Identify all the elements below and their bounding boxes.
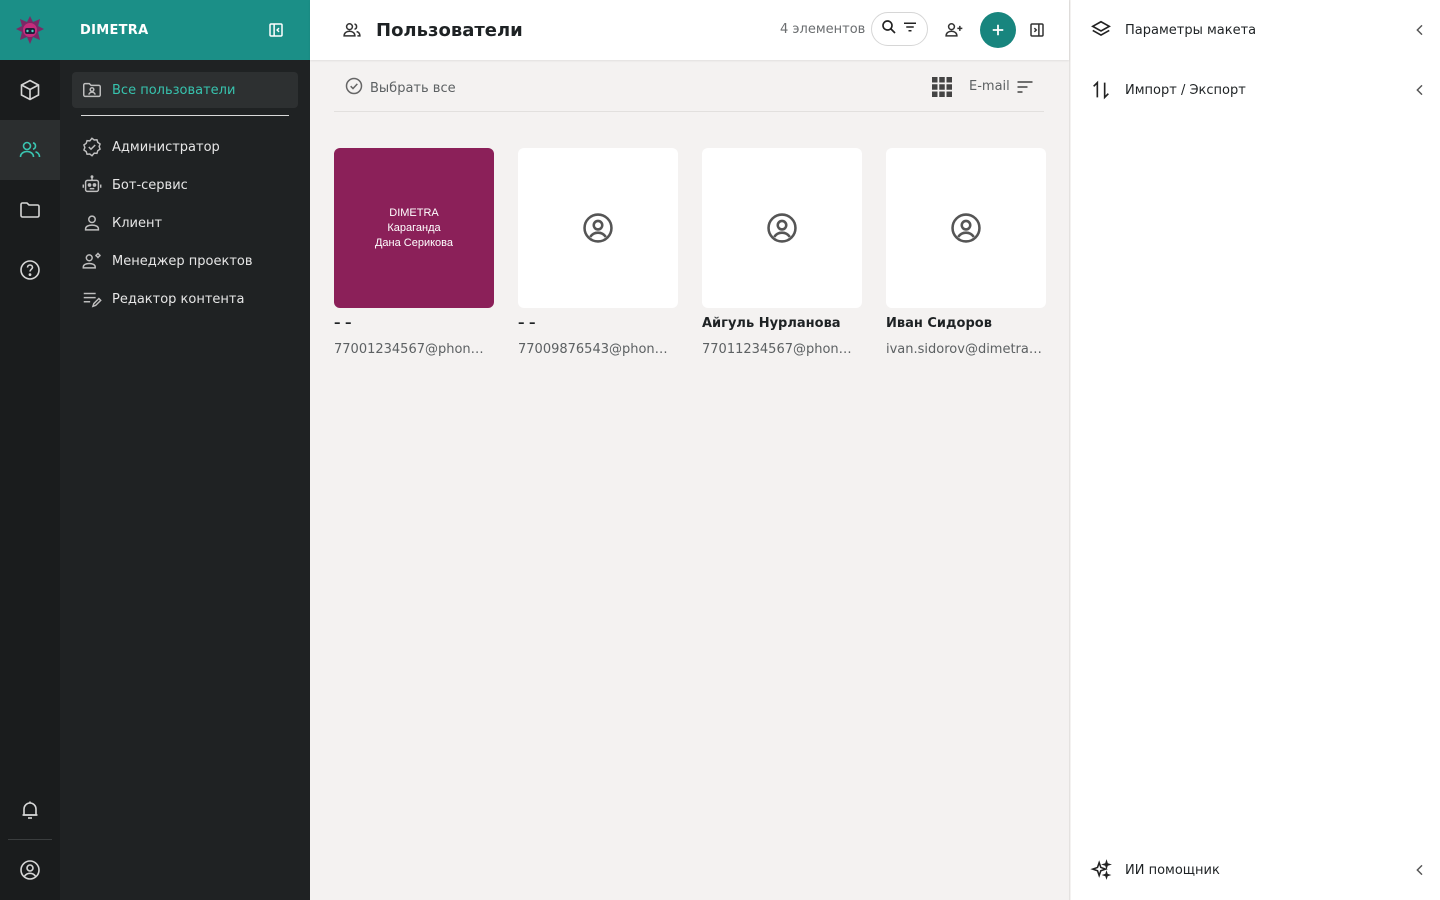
robot-icon <box>80 173 104 197</box>
ai-assistant-section[interactable]: ИИ помощник <box>1089 855 1434 885</box>
rail-products-button[interactable] <box>0 60 60 120</box>
nav-item-administrator[interactable]: Администратор <box>72 128 298 166</box>
grid-view-icon <box>932 77 952 97</box>
logo-icon <box>16 16 44 44</box>
right-panel: Параметры макета Импорт / Экспорт ИИ пом… <box>1071 0 1440 900</box>
chevron-left-icon <box>1412 22 1428 42</box>
nav-item-label: Все пользователи <box>112 82 236 98</box>
user-name: – – <box>518 316 536 331</box>
manager-icon <box>80 249 104 273</box>
sidebar-collapse-icon <box>269 23 283 37</box>
rail-account-button[interactable] <box>0 840 60 900</box>
user-card[interactable]: DIMETRA Караганда Дана Серикова – – 7700… <box>334 148 494 357</box>
ai-assistant-label: ИИ помощник <box>1125 862 1220 878</box>
top-bar: Пользователи 4 элементов <box>310 0 1069 60</box>
rail-help-button[interactable] <box>0 240 60 300</box>
add-user-button[interactable] <box>942 18 966 42</box>
toggle-right-panel-button[interactable] <box>1025 18 1049 42</box>
secondary-nav: DIMETRA Все пользователи Администратор Б… <box>60 0 310 900</box>
filter-icon <box>904 22 917 32</box>
chevron-left-icon <box>1412 862 1428 882</box>
layout-params-section[interactable]: Параметры макета <box>1089 15 1434 45</box>
user-card[interactable]: – – 77009876543@phon… <box>518 148 678 357</box>
users-icon <box>343 23 361 37</box>
nav-header: DIMETRA <box>60 0 310 60</box>
select-all-button[interactable]: Выбрать все <box>344 76 456 100</box>
account-circle-icon <box>767 213 797 243</box>
user-name: Айгуль Нурланова <box>702 316 841 331</box>
sort-field-button[interactable]: E-mail <box>969 79 1010 94</box>
icon-rail <box>0 0 60 900</box>
user-card[interactable]: Айгуль Нурланова 77011234567@phone… <box>702 148 862 357</box>
thumbnail-line: DIMETRA <box>389 206 439 219</box>
help-icon <box>20 260 40 280</box>
import-export-section[interactable]: Импорт / Экспорт <box>1089 75 1434 105</box>
import-export-label: Импорт / Экспорт <box>1125 82 1246 98</box>
collapse-sidebar-button[interactable] <box>266 20 286 40</box>
select-all-label: Выбрать все <box>370 80 456 96</box>
user-email: 77009876543@phon… <box>518 342 668 357</box>
edit-note-icon <box>80 287 104 311</box>
nav-item-client[interactable]: Клиент <box>72 204 298 242</box>
user-name: Иван Сидоров <box>886 316 992 331</box>
bell-icon <box>22 801 38 819</box>
chevron-left-icon <box>1412 82 1428 102</box>
nav-item-label: Администратор <box>112 139 220 155</box>
item-count: 4 элементов <box>780 22 866 37</box>
main-content: Пользователи 4 элементов Выбрать все E-m… <box>310 0 1070 900</box>
user-name: – – <box>334 316 352 331</box>
user-thumbnail <box>886 148 1046 308</box>
layers-icon <box>1089 18 1113 42</box>
folder-icon <box>20 202 40 218</box>
account-circle-icon <box>951 213 981 243</box>
check-circle-icon <box>344 76 364 100</box>
sort-icon <box>1017 81 1033 93</box>
nav-item-label: Бот-сервис <box>112 177 188 193</box>
sort-direction-button[interactable] <box>1015 77 1035 101</box>
account-circle-icon <box>583 213 613 243</box>
verified-badge-icon <box>80 135 104 159</box>
users-icon <box>19 141 41 158</box>
user-thumbnail <box>518 148 678 308</box>
search-filter-group <box>871 12 928 46</box>
user-email: 77001234567@phone… <box>334 342 490 357</box>
user-email: ivan.sidorov@dimetra.… <box>886 342 1042 357</box>
user-thumbnail: DIMETRA Караганда Дана Серикова <box>334 148 494 308</box>
search-button[interactable] <box>880 18 898 40</box>
create-button[interactable] <box>980 12 1016 48</box>
search-icon <box>881 20 896 34</box>
nav-item-project-manager[interactable]: Менеджер проектов <box>72 242 298 280</box>
account-circle-icon <box>20 860 40 880</box>
page-title: Пользователи <box>376 19 523 41</box>
nav-item-label: Редактор контента <box>112 291 245 307</box>
filter-button[interactable] <box>901 18 919 40</box>
brand-name: DIMETRA <box>80 22 149 38</box>
thumbnail-line: Дана Серикова <box>374 236 454 249</box>
panel-right-icon <box>1030 23 1044 37</box>
nav-item-all-users[interactable]: Все пользователи <box>72 72 298 108</box>
folder-user-icon <box>80 78 104 102</box>
layout-params-label: Параметры макета <box>1125 22 1257 38</box>
sparkle-icon <box>1089 858 1113 882</box>
rail-users-button[interactable] <box>0 120 60 180</box>
cube-icon <box>20 79 40 101</box>
user-card[interactable]: Иван Сидоров ivan.sidorov@dimetra.… <box>886 148 1046 357</box>
add-user-icon <box>945 23 963 37</box>
import-export-icon <box>1089 78 1113 102</box>
rail-files-button[interactable] <box>0 180 60 240</box>
user-email: 77011234567@phone… <box>702 342 858 357</box>
nav-item-label: Клиент <box>112 215 163 231</box>
plus-icon <box>992 24 1004 36</box>
nav-item-bot-service[interactable]: Бот-сервис <box>72 166 298 204</box>
person-icon <box>80 211 104 235</box>
list-toolbar: Выбрать все E-mail <box>334 62 1044 112</box>
user-thumbnail <box>702 148 862 308</box>
nav-item-content-editor[interactable]: Редактор контента <box>72 280 298 318</box>
nav-separator <box>81 115 289 116</box>
nav-item-label: Менеджер проектов <box>112 253 253 269</box>
app-logo[interactable] <box>0 0 60 60</box>
thumbnail-line: Караганда <box>387 221 441 234</box>
grid-view-button[interactable] <box>930 75 954 103</box>
rail-notifications-button[interactable] <box>0 780 60 840</box>
